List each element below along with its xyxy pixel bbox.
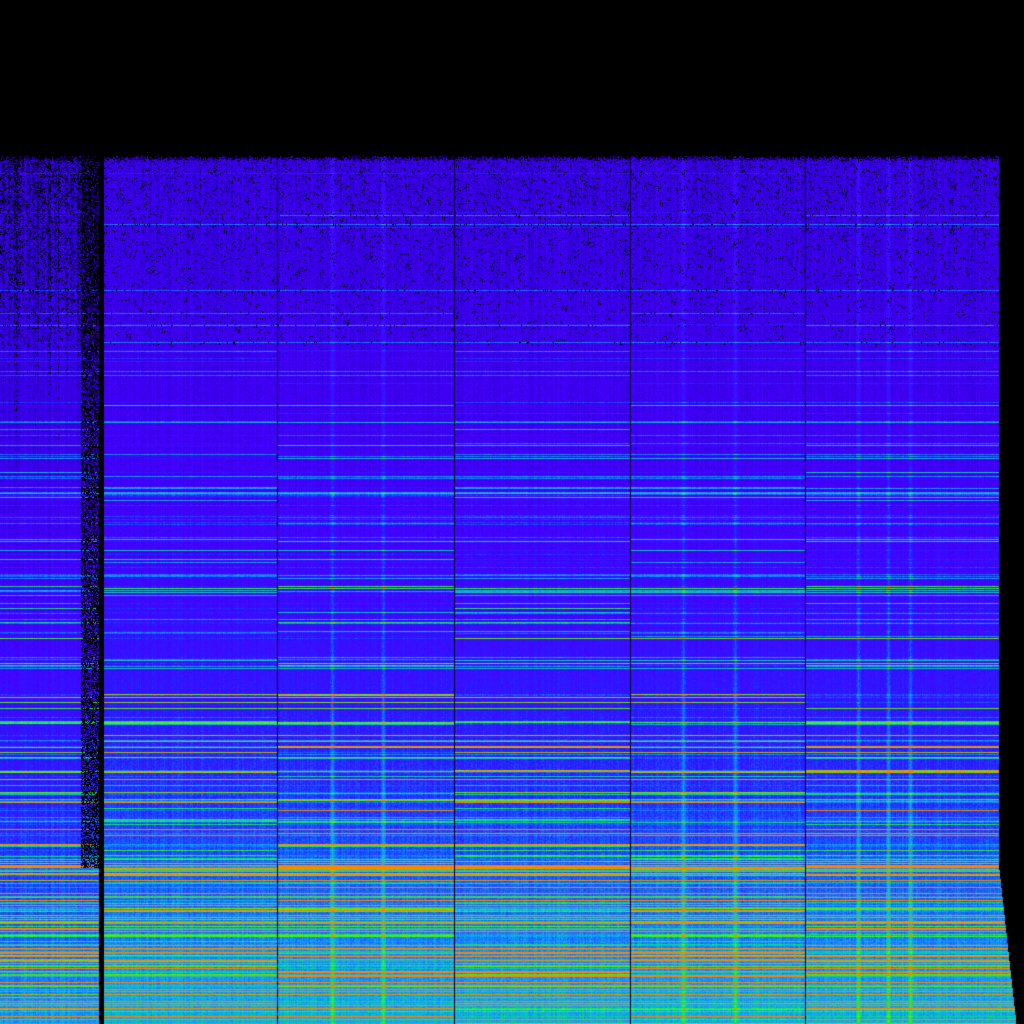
spectrogram-image <box>0 0 1024 1024</box>
spectrogram-canvas <box>0 0 1024 1024</box>
